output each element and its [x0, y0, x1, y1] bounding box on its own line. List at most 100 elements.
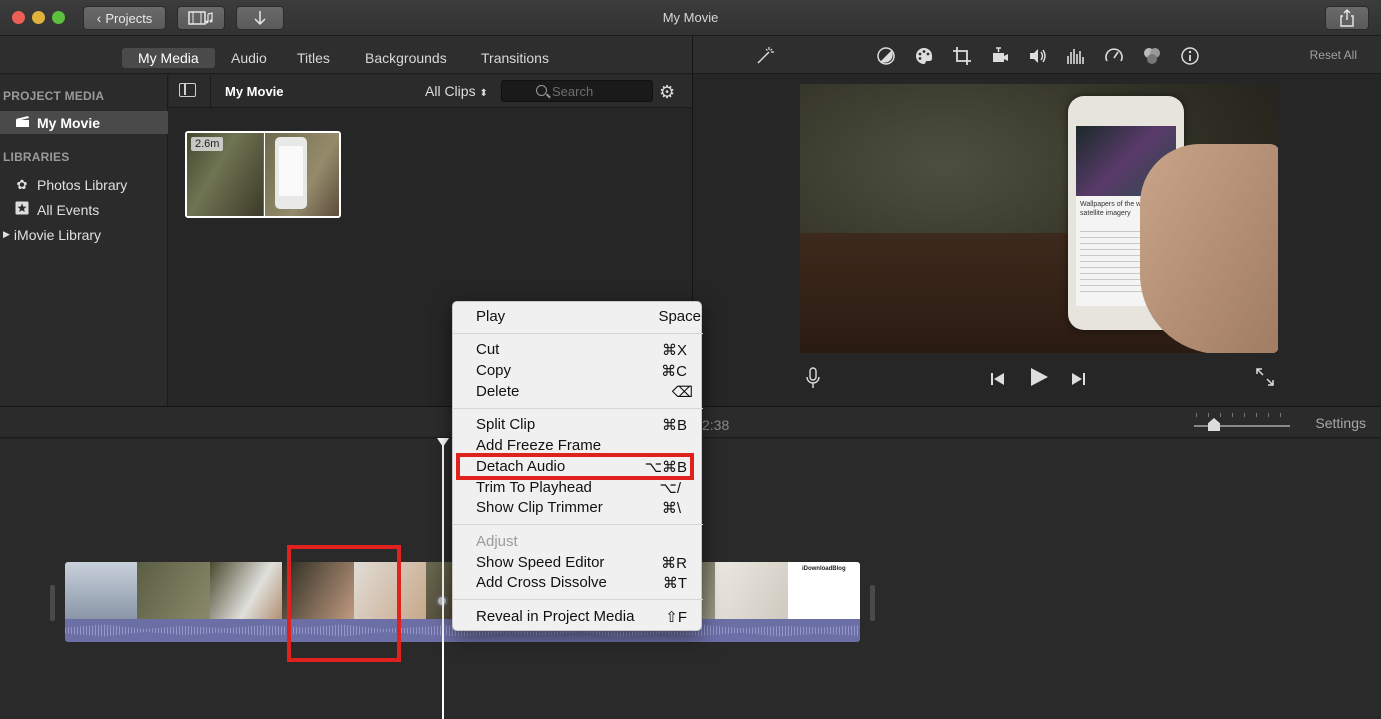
microphone-icon[interactable] [806, 367, 820, 394]
menu-item-label: Reveal in Project Media [476, 608, 635, 625]
tab-backgrounds[interactable]: Backgrounds [349, 48, 463, 68]
sidebar-toggle-icon[interactable] [179, 83, 196, 97]
color-palette-icon[interactable] [914, 46, 934, 66]
menu-item-show-speed-editor[interactable]: Show Speed Editor ⌘R [453, 553, 703, 573]
sidebar-item-label: iMovie Library [13, 226, 102, 243]
timeline-settings-button[interactable]: Settings [1315, 415, 1366, 431]
clips-filter-dropdown[interactable]: All Clips ⬍ [425, 83, 488, 99]
menu-item-reveal-in-project-media[interactable]: Reveal in Project Media ⇧F [453, 607, 703, 627]
clip-frame [65, 562, 138, 619]
menu-item-shortcut: ⌘\ [661, 500, 681, 517]
end-title-frame: iDownloadBlog [787, 562, 860, 619]
menu-item-play[interactable]: Play Space [453, 307, 703, 327]
tab-audio[interactable]: Audio [215, 48, 283, 68]
clip-frame [715, 562, 788, 619]
clip-frame [137, 562, 210, 619]
menu-item-copy[interactable]: Copy ⌘C [453, 361, 703, 381]
sidebar-item-photos-library[interactable]: ✿ Photos Library [0, 173, 168, 196]
clip-duration-badge: 2.6m [191, 137, 224, 151]
menu-item-shortcut: ⌘B [661, 417, 687, 434]
zoom-slider-knob[interactable] [1208, 418, 1220, 431]
selected-clip-highlight [287, 545, 401, 662]
menu-item-label: Add Cross Dissolve [476, 574, 607, 591]
menu-item-trim-to-playhead[interactable]: Trim To Playhead ⌥/ [453, 478, 703, 498]
menu-item-shortcut: ⌘R [661, 555, 687, 572]
search-field[interactable]: Search [501, 80, 653, 102]
magic-wand-icon[interactable] [755, 46, 775, 66]
libraries-header: LIBRARIES [3, 150, 70, 164]
play-icon[interactable] [1029, 367, 1049, 392]
menu-item-label: Trim To Playhead [476, 479, 592, 496]
video-preview[interactable]: Wallpapers of the week: satellite imager… [800, 84, 1278, 353]
search-icon [536, 85, 547, 96]
menu-item-add-cross-dissolve[interactable]: Add Cross Dissolve ⌘T [453, 573, 703, 593]
menu-item-label: Cut [476, 341, 500, 358]
disclosure-triangle-icon[interactable]: ▶ [3, 229, 10, 240]
crop-icon[interactable] [952, 46, 972, 66]
menu-item-label: Copy [476, 362, 512, 379]
search-placeholder: Search [552, 83, 594, 99]
skip-back-icon[interactable] [990, 370, 1006, 391]
fullscreen-icon[interactable] [1256, 368, 1274, 391]
phone-image [275, 137, 307, 209]
menu-item-shortcut: Space [658, 308, 701, 325]
sidebar-item-my-movie[interactable]: My Movie [0, 111, 168, 134]
browser-title: My Movie [225, 84, 284, 99]
info-icon[interactable] [1180, 46, 1200, 66]
menu-separator [453, 599, 703, 600]
menu-item-shortcut: ⌘X [661, 342, 687, 359]
menu-item-label: Adjust [476, 533, 518, 550]
sidebar-item-label: Photos Library [37, 176, 128, 193]
menu-item-cut[interactable]: Cut ⌘X [453, 340, 703, 360]
playhead-marker-icon[interactable] [437, 438, 449, 447]
menu-item-delete[interactable]: Delete ⌫ [453, 382, 703, 402]
hand-image [1140, 144, 1278, 353]
zoom-ticks [1196, 413, 1288, 417]
menu-item-label: Delete [476, 383, 520, 400]
detach-audio-highlight [456, 453, 694, 480]
filter-icon[interactable] [1142, 46, 1162, 66]
sidebar-item-imovie-library[interactable]: ▶ iMovie Library [0, 223, 168, 246]
tab-my-media[interactable]: My Media [122, 48, 215, 68]
sidebar-item-label: My Movie [37, 114, 101, 131]
photos-flower-icon: ✿ [16, 176, 28, 192]
tab-transitions[interactable]: Transitions [465, 48, 565, 68]
project-media-header: PROJECT MEDIA [3, 89, 105, 103]
divider [210, 75, 211, 108]
equalizer-icon[interactable] [1066, 46, 1086, 66]
clapper-icon [14, 115, 30, 131]
media-clip-thumbnail[interactable]: 2.6m [185, 131, 341, 218]
project-end-bracket [870, 585, 875, 621]
project-start-bracket [50, 585, 55, 621]
share-button[interactable] [1325, 6, 1369, 30]
speed-icon[interactable] [1104, 46, 1124, 66]
menu-item-label: Play [476, 308, 506, 325]
menu-separator [453, 524, 703, 525]
color-balance-icon[interactable] [876, 46, 896, 66]
stabilization-icon[interactable] [990, 46, 1010, 66]
menu-item-label: Show Clip Trimmer [476, 499, 603, 516]
timecode-display: 2:38 [702, 417, 730, 433]
menu-item-shortcut: ⌫ [671, 384, 693, 401]
volume-icon[interactable] [1028, 46, 1048, 66]
menu-item-shortcut: ⌘T [662, 575, 687, 592]
gear-icon[interactable]: ⚙ [659, 82, 675, 103]
end-title-text: iDownloadBlog [801, 566, 846, 572]
menu-item-split-clip[interactable]: Split Clip ⌘B [453, 415, 703, 435]
menu-item-adjust: Adjust [453, 532, 703, 552]
reset-all-button[interactable]: Reset All [1310, 48, 1357, 62]
menu-separator [453, 333, 703, 334]
libraries-sidebar: PROJECT MEDIA My Movie LIBRARIES ✿ Photo… [0, 75, 168, 406]
playhead[interactable] [442, 440, 444, 719]
menu-item-shortcut: ⌘C [661, 363, 687, 380]
menu-separator [453, 408, 703, 409]
tab-titles[interactable]: Titles [281, 48, 346, 68]
menu-item-label: Show Speed Editor [476, 554, 605, 571]
sidebar-item-all-events[interactable]: All Events [0, 198, 168, 221]
skimmer-line [264, 133, 265, 216]
menu-item-show-clip-trimmer[interactable]: Show Clip Trimmer ⌘\ [453, 498, 703, 518]
menu-item-label: Add Freeze Frame [476, 437, 602, 454]
menu-item-shortcut: ⌥/ [659, 480, 681, 497]
skip-forward-icon[interactable] [1070, 370, 1086, 391]
viewer: Wallpapers of the week: satellite imager… [693, 75, 1381, 406]
